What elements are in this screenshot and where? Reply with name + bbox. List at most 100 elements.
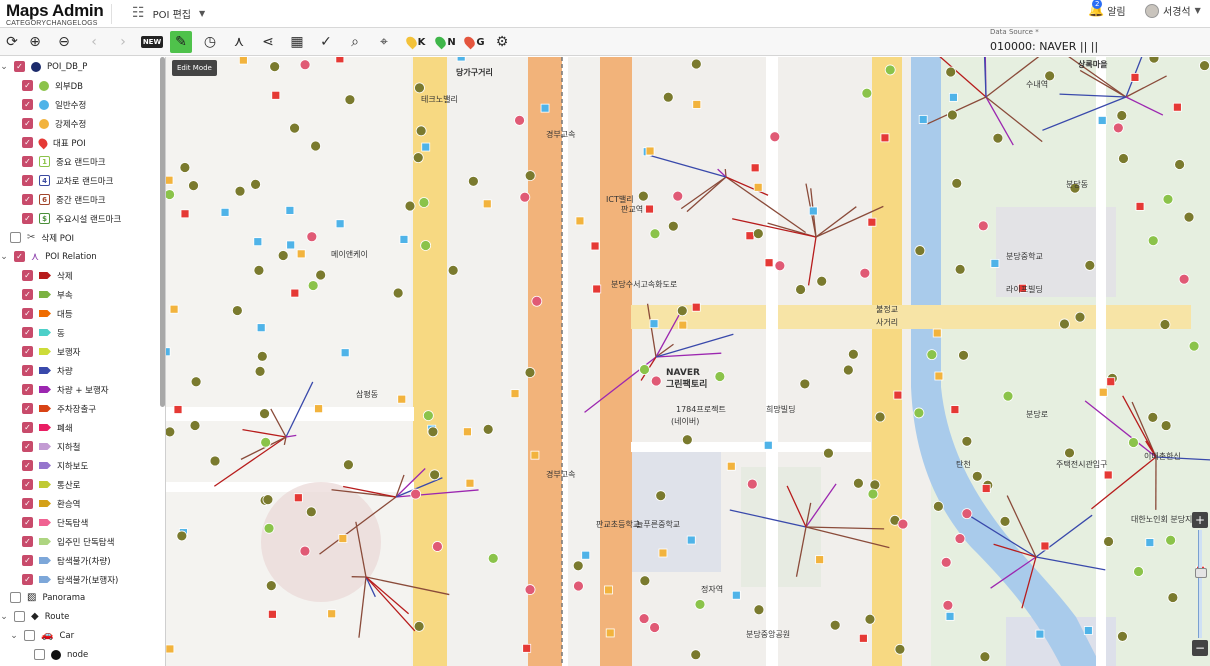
poi-marker[interactable]	[253, 237, 263, 247]
poi-marker[interactable]	[1040, 541, 1050, 551]
poi-marker[interactable]	[422, 410, 434, 421]
poi-marker[interactable]	[649, 622, 661, 633]
poi-marker[interactable]	[1178, 273, 1190, 285]
poi-marker[interactable]	[260, 436, 272, 448]
layer-checkbox[interactable]	[22, 99, 33, 110]
poi-marker[interactable]	[946, 109, 958, 121]
layer-checkbox[interactable]	[22, 137, 33, 148]
poi-marker[interactable]	[410, 488, 422, 500]
poi-marker[interactable]	[961, 508, 973, 520]
poi-marker[interactable]	[1130, 73, 1140, 82]
poi-marker[interactable]	[799, 378, 811, 390]
poi-marker[interactable]	[692, 100, 702, 109]
poi-marker[interactable]	[1084, 260, 1096, 271]
data-source[interactable]: Data Source * 010000: NAVER || ||	[990, 28, 1098, 53]
chevron-down-icon[interactable]: ⌄	[0, 62, 8, 72]
check-circle-icon[interactable]: ✓	[315, 31, 337, 53]
poi-marker[interactable]	[315, 269, 327, 281]
poi-marker[interactable]	[415, 125, 427, 137]
poi-marker[interactable]	[864, 613, 876, 625]
poi-marker[interactable]	[769, 131, 781, 143]
poi-marker[interactable]	[914, 245, 926, 256]
poi-marker[interactable]	[858, 633, 868, 643]
layer-checkbox[interactable]	[22, 194, 33, 205]
poi-marker[interactable]	[999, 515, 1011, 527]
poi-marker[interactable]	[884, 64, 896, 76]
poi-marker[interactable]	[209, 455, 221, 467]
poi-marker[interactable]	[1117, 630, 1128, 642]
brand[interactable]: Maps Admin CATEGORYCHANGELOGS	[6, 1, 104, 27]
deleted-poi-checkbox[interactable]	[10, 232, 21, 243]
poi-marker[interactable]	[940, 556, 952, 568]
poi-marker[interactable]	[1074, 311, 1086, 323]
poi-marker[interactable]	[750, 163, 760, 173]
poi-marker[interactable]	[1064, 447, 1075, 459]
poi-marker[interactable]	[676, 305, 688, 317]
poi-marker[interactable]	[690, 649, 702, 661]
poi-marker[interactable]	[981, 484, 991, 493]
poi-marker[interactable]	[220, 207, 230, 217]
back-icon[interactable]: ‹	[83, 31, 105, 53]
poi-marker[interactable]	[447, 264, 459, 276]
poi-marker[interactable]	[753, 604, 765, 616]
poi-marker[interactable]	[166, 189, 175, 200]
poi-marker[interactable]	[256, 323, 266, 333]
poi-marker[interactable]	[189, 420, 201, 431]
poi-marker[interactable]	[296, 249, 306, 259]
poi-marker[interactable]	[290, 288, 300, 298]
poi-marker[interactable]	[1167, 592, 1179, 603]
poi-marker[interactable]	[404, 200, 416, 212]
relation-layer-item[interactable]: 차량	[22, 361, 73, 380]
share-icon[interactable]: ⋖	[257, 31, 279, 53]
poi-marker[interactable]	[392, 287, 404, 299]
poi-marker[interactable]	[691, 302, 701, 312]
relation-layer-item[interactable]: 동	[22, 323, 65, 342]
poi-layer-item[interactable]: 외부DB	[22, 76, 83, 95]
route-checkbox[interactable]	[14, 611, 25, 622]
poi-marker[interactable]	[874, 411, 886, 423]
poi-marker[interactable]	[655, 490, 667, 502]
poi-marker[interactable]	[913, 407, 925, 419]
layer-checkbox[interactable]	[22, 156, 33, 167]
layer-group-route[interactable]: ⌄ ◆ Route	[0, 607, 69, 626]
poi-marker[interactable]	[859, 267, 871, 279]
poi-marker[interactable]	[335, 57, 345, 64]
poi-marker[interactable]	[1118, 153, 1129, 164]
poi-marker[interactable]	[867, 488, 879, 500]
poi-marker[interactable]	[432, 541, 443, 552]
poi-marker[interactable]	[714, 371, 726, 382]
poi-marker[interactable]	[462, 427, 472, 437]
poi-marker[interactable]	[662, 91, 674, 103]
poi-marker[interactable]	[456, 57, 466, 62]
alarm-button[interactable]: 🔔 2 알림	[1088, 0, 1126, 18]
gear-icon[interactable]: ⚙	[491, 31, 513, 53]
poi-marker[interactable]	[1103, 536, 1114, 547]
poi-marker[interactable]	[795, 284, 806, 295]
poi-marker[interactable]	[467, 175, 479, 187]
poi-marker[interactable]	[1083, 626, 1093, 635]
layer-checkbox[interactable]	[22, 460, 33, 471]
poi-marker[interactable]	[231, 305, 243, 316]
poi-marker[interactable]	[307, 280, 319, 291]
poi-marker[interactable]	[166, 426, 176, 438]
poi-marker[interactable]	[253, 264, 265, 276]
poi-marker[interactable]	[694, 599, 706, 610]
car-checkbox[interactable]	[24, 630, 35, 641]
poi-marker[interactable]	[268, 609, 277, 619]
layer-group-car[interactable]: ⌄ 🚗 Car	[10, 626, 74, 645]
poi-marker[interactable]	[861, 87, 873, 99]
poi-marker[interactable]	[344, 94, 356, 106]
poi-marker[interactable]	[1160, 420, 1172, 431]
poi-marker[interactable]	[1165, 534, 1177, 546]
panorama-checkbox[interactable]	[10, 592, 21, 603]
poi-marker[interactable]	[263, 522, 275, 534]
search-icon[interactable]: ⌕	[344, 31, 366, 53]
poi-marker[interactable]	[639, 364, 650, 375]
poi-marker[interactable]	[649, 228, 661, 240]
poi-marker[interactable]	[271, 90, 281, 100]
relation-layer-item[interactable]: 환승역	[22, 494, 80, 513]
poi-marker[interactable]	[421, 142, 431, 152]
poi-marker[interactable]	[605, 628, 615, 638]
poi-marker[interactable]	[954, 533, 966, 544]
poi-marker[interactable]	[816, 275, 828, 287]
